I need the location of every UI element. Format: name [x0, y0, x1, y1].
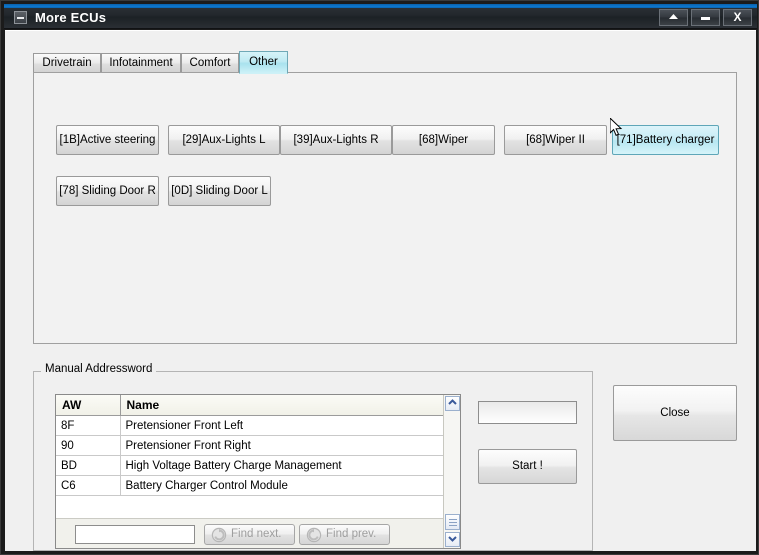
cell-aw: 8F — [56, 415, 121, 436]
find-next-button[interactable]: Find next. — [204, 524, 295, 545]
table-row[interactable]: C6 Battery Charger Control Module — [56, 475, 444, 496]
tab-other[interactable]: Other — [239, 51, 288, 74]
cell-name: High Voltage Battery Charge Management — [120, 455, 444, 476]
cell-name: Pretensioner Front Right — [120, 435, 444, 456]
ecu-buttons-panel: [1B]Active steering [29]Aux-Lights L [39… — [33, 72, 737, 344]
table-row[interactable]: 8F Pretensioner Front Left — [56, 415, 444, 436]
more-ecus-window: More ECUs X Drivetrain Infotainment Comf… — [0, 0, 759, 555]
scroll-up-arrow-icon[interactable] — [445, 396, 460, 411]
close-icon: X — [733, 10, 742, 24]
tab-comfort[interactable]: Comfort — [181, 53, 239, 73]
scroll-down-arrow-icon[interactable] — [445, 532, 460, 547]
window-title: More ECUs — [35, 10, 107, 25]
minimize-button[interactable] — [691, 9, 720, 26]
find-prev-circle-icon — [306, 527, 322, 543]
restore-button[interactable] — [659, 9, 688, 26]
cell-name: Pretensioner Front Left — [120, 415, 444, 436]
addressword-readonly-field[interactable] — [478, 401, 577, 424]
title-accent-stripe — [4, 4, 757, 8]
ecu-button-sliding-door-l[interactable]: [0D] Sliding Door L — [168, 176, 271, 206]
ecu-button-wiper[interactable]: [68]Wiper — [392, 125, 495, 155]
cell-name: Battery Charger Control Module — [120, 475, 444, 496]
cell-aw: BD — [56, 455, 121, 476]
addressword-table-container: AW Name 8F Pretensioner Front Left 90 Pr… — [55, 394, 461, 549]
tab-strip: Drivetrain Infotainment Comfort Other — [33, 51, 737, 74]
tab-infotainment[interactable]: Infotainment — [101, 53, 181, 73]
scrollbar-thumb[interactable] — [445, 514, 460, 530]
find-next-label: Find next. — [231, 528, 282, 540]
column-header-aw[interactable]: AW — [56, 395, 121, 416]
find-prev-label: Find prev. — [326, 528, 377, 540]
table-row[interactable]: 90 Pretensioner Front Right — [56, 435, 444, 456]
addressword-table: AW Name 8F Pretensioner Front Left 90 Pr… — [56, 395, 444, 496]
find-prev-button[interactable]: Find prev. — [299, 524, 390, 545]
ecu-button-sliding-door-r[interactable]: [78] Sliding Door R — [56, 176, 159, 206]
ecu-button-active-steering[interactable]: [1B]Active steering — [56, 125, 159, 155]
ecu-button-wiper-ii[interactable]: [68]Wiper II — [504, 125, 607, 155]
title-bar: More ECUs X — [4, 4, 757, 29]
find-next-circle-icon — [211, 527, 227, 543]
ecu-button-aux-lights-r[interactable]: [39]Aux-Lights R — [280, 125, 392, 155]
start-button[interactable]: Start ! — [478, 449, 577, 484]
close-dialog-button[interactable]: Close — [613, 385, 737, 441]
tab-drivetrain[interactable]: Drivetrain — [33, 53, 101, 73]
manual-addressword-legend: Manual Addressword — [41, 363, 157, 375]
ecu-button-battery-charger[interactable]: [71]Battery charger — [612, 125, 719, 155]
cell-aw: C6 — [56, 475, 121, 496]
scrollbar-grip-icon — [449, 519, 457, 526]
window-menu-icon[interactable] — [14, 11, 27, 24]
table-vertical-scrollbar[interactable] — [443, 395, 460, 548]
cell-aw: 90 — [56, 435, 121, 456]
client-area: Drivetrain Infotainment Comfort Other [1… — [5, 30, 756, 551]
find-toolbar: Find next. Find prev. — [56, 518, 444, 548]
table-row[interactable]: BD High Voltage Battery Charge Managemen… — [56, 455, 444, 476]
ecu-button-aux-lights-l[interactable]: [29]Aux-Lights L — [168, 125, 280, 155]
find-input[interactable] — [75, 525, 195, 544]
column-header-name[interactable]: Name — [120, 395, 444, 416]
table-header-row: AW Name — [56, 395, 444, 416]
close-button[interactable]: X — [723, 9, 752, 26]
